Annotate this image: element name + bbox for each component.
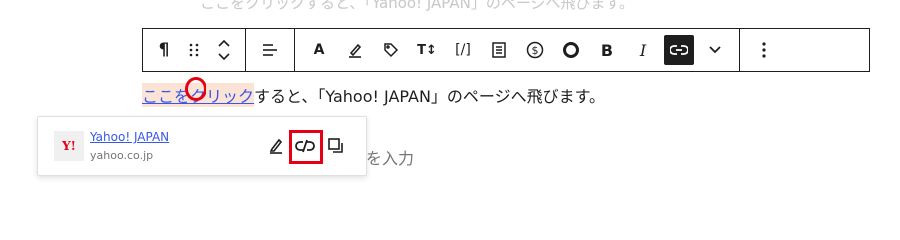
block-toolbar: ¶ A T↕ [/] $ B I [142,28,870,72]
annotation-circle [185,77,208,101]
copy-icon[interactable] [324,134,348,158]
bold-label: B [600,40,614,60]
annotation-box [289,130,323,164]
link-title[interactable]: Yahoo! JAPAN [90,130,169,144]
drag-handle-icon[interactable] [179,29,209,71]
pencil-icon[interactable] [264,134,288,158]
text-color-icon[interactable]: A [301,29,337,71]
link-icon[interactable] [664,35,694,65]
link-url: yahoo.co.jp [90,149,154,162]
code-icon[interactable]: [/] [445,29,481,71]
pilcrow-icon[interactable]: ¶ [149,29,179,71]
toolbar-group-options [740,29,788,71]
svg-text:$: $ [532,44,539,57]
toolbar-group-block: ¶ [143,29,246,71]
block-icon[interactable] [481,29,517,71]
link-text-part3[interactable]: リック [206,83,255,107]
paragraph-text: すると、「Yahoo! JAPAN」のページへ飛びます。 [254,87,606,106]
link-text-part1[interactable]: ここを [142,83,191,107]
chevron-down-icon[interactable] [697,29,733,71]
toolbar-group-align [246,29,295,71]
paragraph-block[interactable]: ここを ク リック すると、「Yahoo! JAPAN」のページへ飛びます。 [142,77,606,107]
favicon: Y! [54,131,84,161]
link-text-part2[interactable]: ク [185,77,208,107]
italic-label: I [639,40,647,60]
font-size-icon[interactable]: T↕ [409,29,445,71]
dollar-icon[interactable]: $ [517,29,553,71]
circle-icon[interactable] [553,29,589,71]
block-placeholder[interactable]: を入力 [366,145,414,169]
faded-paragraph-text: ここをクリックすると、「Yahoo! JAPAN」のページへ飛びます。 [200,0,635,12]
tag-icon[interactable] [373,29,409,71]
link-popover: Y! Yahoo! JAPAN yahoo.co.jp [37,116,367,176]
toolbar-group-format: A T↕ [/] $ B I [295,29,740,71]
align-icon[interactable] [252,29,288,71]
move-up-down-icon[interactable] [209,29,239,71]
italic-button[interactable]: I [625,29,661,71]
bold-button[interactable]: B [589,29,625,71]
more-options-icon[interactable] [746,29,782,71]
highlight-icon[interactable] [337,29,373,71]
